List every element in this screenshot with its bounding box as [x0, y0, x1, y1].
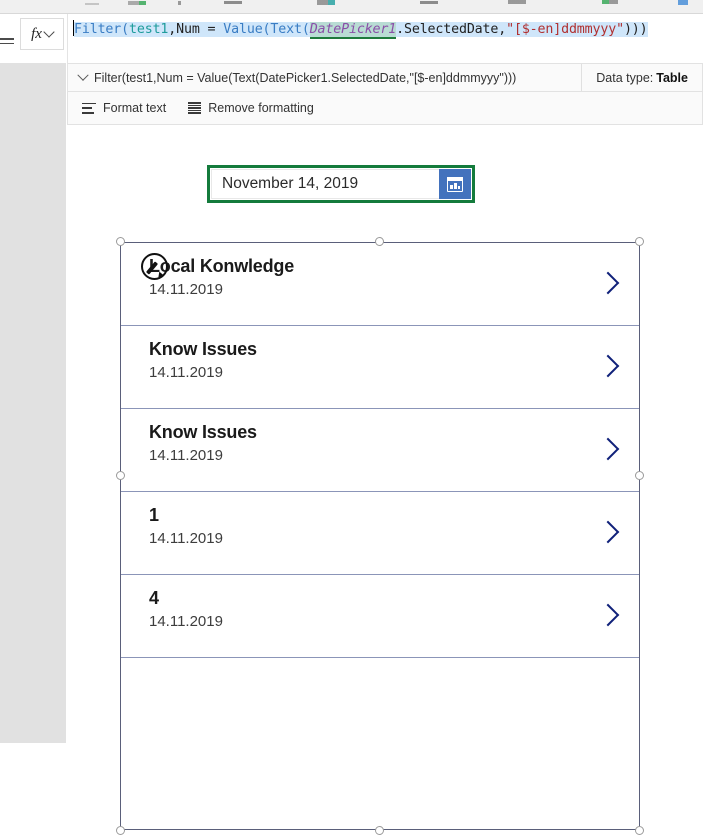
formula-input[interactable]: Filter(test1,Num = Value(Text(DatePicker… — [67, 14, 703, 63]
chevron-down-icon[interactable] — [77, 69, 89, 81]
chevron-right-icon[interactable] — [599, 436, 615, 464]
resize-handle-top-right[interactable] — [635, 237, 644, 246]
date-picker-control[interactable]: November 14, 2019 — [207, 165, 475, 203]
chevron-right-icon[interactable] — [599, 602, 615, 630]
calendar-icon — [447, 176, 463, 192]
formula-token-str: "[$-en]ddmmyyy" — [506, 22, 624, 37]
formula-token-ctl: DatePicker1 — [309, 22, 397, 39]
gallery-row[interactable] — [121, 658, 639, 741]
formula-bar-row: fx Filter(test1,Num = Value(Text(DatePic… — [0, 14, 703, 63]
ribbon-strip[interactable] — [0, 0, 703, 14]
gallery-row-title: Know Issues — [149, 422, 257, 442]
formula-token-fn: Filter( — [74, 22, 129, 37]
format-text-icon — [82, 102, 96, 114]
ribbon-icon-tree-view[interactable] — [508, 0, 526, 5]
formula-bar-gutter — [0, 14, 18, 63]
format-text-label: Format text — [103, 101, 167, 115]
gallery-row-title: Know Issues — [149, 339, 257, 359]
chevron-right-icon[interactable] — [599, 270, 615, 298]
gallery-row-date: 14.11.2019 — [149, 447, 223, 464]
gallery-row-title: Local Konwledge — [149, 256, 295, 276]
gallery-row-title: 1 — [149, 505, 159, 525]
gallery-control[interactable]: Local Konwledge 14.11.2019 Know Issues 14.1… — [120, 242, 640, 830]
formula-token-plain: ))) — [623, 22, 648, 37]
fx-label: fx — [31, 25, 42, 42]
resize-handle-top-left[interactable] — [116, 237, 125, 246]
date-picker-calendar-button[interactable] — [439, 169, 471, 199]
ribbon-icon-new-screen[interactable] — [128, 0, 146, 5]
intellisense-row: Filter(test1,Num = Value(Text(DatePicker… — [67, 63, 703, 92]
ribbon-icon-media[interactable] — [420, 0, 438, 5]
ribbon-icon-undo[interactable] — [85, 0, 103, 5]
ribbon-icon-settings[interactable] — [678, 0, 696, 5]
formula-token-plain: .SelectedDate, — [396, 22, 507, 37]
chevron-down-icon — [43, 26, 55, 38]
chevron-right-icon[interactable] — [599, 519, 615, 547]
resize-handle-middle-left[interactable] — [116, 471, 125, 480]
gallery-row[interactable]: Know Issues 14.11.2019 — [121, 409, 639, 492]
remove-formatting-icon — [188, 102, 202, 114]
gallery-row-date: 14.11.2019 — [149, 530, 223, 547]
ribbon-icon-theme[interactable] — [172, 0, 190, 5]
resize-handle-bottom-left[interactable] — [116, 826, 125, 835]
equals-icon — [0, 38, 14, 47]
date-picker-value[interactable]: November 14, 2019 — [211, 169, 439, 199]
resize-handle-middle-right[interactable] — [635, 471, 644, 480]
resize-handle-top-center[interactable] — [375, 237, 384, 246]
edit-pencil-icon[interactable] — [141, 253, 168, 280]
formula-token-fn: Text( — [270, 22, 310, 37]
remove-formatting-button[interactable]: Remove formatting — [188, 101, 314, 115]
format-text-button[interactable]: Format text — [82, 101, 166, 115]
intellisense-formula-text: Filter(test1,Num = Value(Text(DatePicker… — [94, 70, 517, 85]
ribbon-icon-data-source[interactable] — [317, 0, 335, 5]
gallery-row-title: 4 — [149, 588, 159, 608]
resize-handle-bottom-right[interactable] — [635, 826, 644, 835]
gallery-row[interactable]: Know Issues 14.11.2019 — [121, 326, 639, 409]
ribbon-icon-add-component[interactable] — [602, 0, 620, 5]
remove-formatting-label: Remove formatting — [208, 101, 314, 115]
data-type-value: Table — [656, 70, 688, 85]
formula-token-plain: ,Num = — [168, 22, 224, 37]
chevron-right-icon[interactable] — [599, 353, 615, 381]
gallery-row[interactable]: 1 14.11.2019 — [121, 492, 639, 575]
data-type-indicator: Data type: Table — [581, 64, 702, 91]
gallery-row[interactable]: Local Konwledge 14.11.2019 — [121, 243, 639, 326]
gallery-row-date: 14.11.2019 — [149, 364, 223, 381]
data-type-label: Data type: — [596, 70, 654, 85]
ribbon-icon-insert[interactable] — [224, 0, 242, 5]
left-tree-panel[interactable] — [0, 63, 66, 743]
formula-token-fn: Value( — [223, 22, 271, 37]
format-toolbar: Format text Remove formatting — [67, 92, 703, 125]
gallery-row-date: 14.11.2019 — [149, 613, 223, 630]
intellisense-preview[interactable]: Filter(test1,Num = Value(Text(DatePicker… — [68, 64, 581, 91]
formula-text[interactable]: Filter(test1,Num = Value(Text(DatePicker… — [74, 22, 648, 39]
formula-token-tbl: test1 — [129, 22, 169, 37]
fx-button[interactable]: fx — [20, 18, 64, 50]
gallery-selection-adorner: Local Konwledge 14.11.2019 Know Issues 14.1… — [116, 237, 644, 835]
gallery-row[interactable]: 4 14.11.2019 — [121, 575, 639, 658]
gallery-row-date: 14.11.2019 — [149, 281, 223, 298]
app-canvas[interactable]: November 14, 2019 Local Konwledge 14.11.2… — [72, 126, 703, 835]
resize-handle-bottom-center[interactable] — [375, 826, 384, 835]
